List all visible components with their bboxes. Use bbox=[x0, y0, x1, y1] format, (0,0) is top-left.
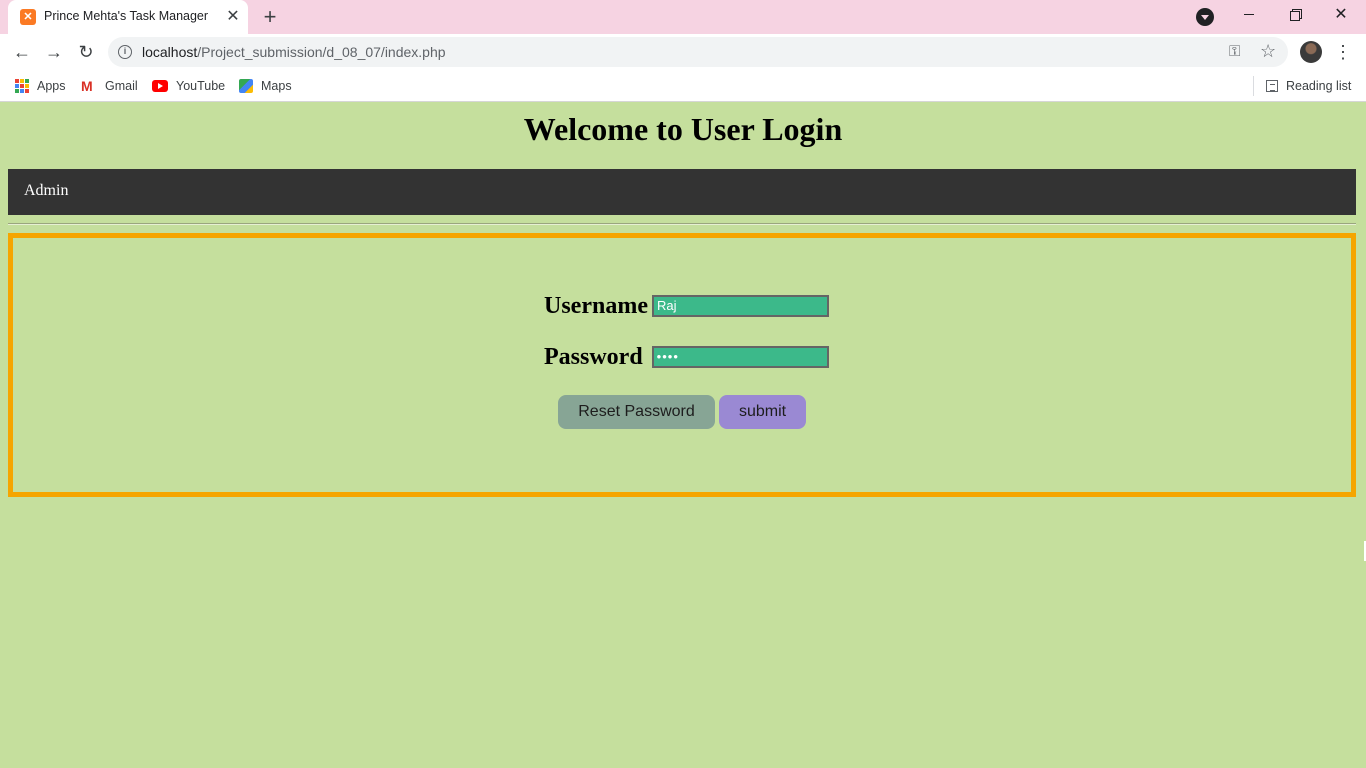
username-input[interactable]: Raj bbox=[651, 295, 829, 317]
reading-list-label: Reading list bbox=[1286, 79, 1352, 93]
bookmark-youtube[interactable]: YouTube bbox=[152, 77, 225, 95]
tab-search-icon[interactable] bbox=[1196, 8, 1214, 26]
top-navbar: Admin bbox=[8, 169, 1356, 215]
username-label: Username bbox=[544, 292, 648, 319]
tab-title: Prince Mehta's Task Manager bbox=[44, 9, 209, 23]
reload-icon[interactable]: ↻ bbox=[72, 38, 100, 66]
password-row: Password •••• bbox=[544, 344, 829, 370]
username-row: Username Raj bbox=[544, 293, 829, 319]
apps-grid-icon bbox=[15, 79, 29, 93]
browser-tab[interactable]: ✕ Prince Mehta's Task Manager ✕ bbox=[8, 0, 248, 34]
bookmark-label: Maps bbox=[261, 79, 292, 93]
password-input[interactable]: •••• bbox=[651, 346, 829, 368]
submit-button[interactable]: submit bbox=[719, 395, 806, 429]
url-host: localhost bbox=[142, 44, 198, 60]
password-label: Password bbox=[544, 343, 643, 370]
bookmark-apps[interactable]: Apps bbox=[15, 77, 66, 95]
maps-icon bbox=[239, 79, 253, 93]
bookmark-star-icon[interactable]: ☆ bbox=[1260, 41, 1276, 62]
bookmarks-divider bbox=[1253, 76, 1254, 96]
xampp-icon: ✕ bbox=[20, 9, 36, 25]
reset-password-button[interactable]: Reset Password bbox=[558, 395, 715, 429]
new-tab-button[interactable]: + bbox=[256, 3, 284, 31]
profile-avatar[interactable] bbox=[1300, 41, 1322, 63]
bookmark-maps[interactable]: Maps bbox=[239, 77, 292, 95]
youtube-icon bbox=[152, 80, 168, 92]
page-title: Welcome to User Login bbox=[523, 111, 843, 147]
browser-menu-icon[interactable]: ⋮ bbox=[1334, 40, 1352, 64]
divider bbox=[8, 223, 1356, 225]
bookmarks-bar: Apps M Gmail YouTube Maps Reading list bbox=[0, 70, 1366, 102]
bookmark-label: Gmail bbox=[105, 79, 138, 93]
bookmark-label: YouTube bbox=[176, 79, 226, 93]
admin-link[interactable]: Admin bbox=[24, 182, 68, 200]
bookmark-label: Apps bbox=[37, 79, 66, 93]
page-content: Welcome to User Login Admin Username Raj… bbox=[0, 103, 1366, 768]
minimize-button[interactable] bbox=[1226, 0, 1272, 30]
url-path: /Project_submission/d_08_07/index.php bbox=[197, 44, 446, 60]
gmail-icon: M bbox=[81, 78, 93, 94]
window-close-button[interactable]: ✕ bbox=[1318, 0, 1364, 30]
tab-strip: ✕ Prince Mehta's Task Manager ✕ + ✕ bbox=[0, 0, 1366, 34]
reading-list-button[interactable]: Reading list bbox=[1266, 77, 1351, 95]
key-icon[interactable]: ⚿ bbox=[1229, 43, 1240, 60]
reading-list-icon bbox=[1266, 80, 1278, 92]
url-text[interactable]: localhost/Project_submission/d_08_07/ind… bbox=[142, 44, 446, 60]
address-bar[interactable]: i localhost/Project_submission/d_08_07/i… bbox=[108, 37, 1288, 67]
bookmark-gmail[interactable]: M Gmail bbox=[81, 77, 138, 95]
forward-arrow-icon[interactable]: → bbox=[40, 38, 68, 66]
back-arrow-icon[interactable]: ← bbox=[8, 38, 36, 66]
info-icon[interactable]: i bbox=[118, 45, 132, 59]
close-tab-icon[interactable]: ✕ bbox=[222, 6, 244, 28]
login-form: Username Raj Password •••• Reset Passwor… bbox=[8, 233, 1356, 497]
restore-button[interactable] bbox=[1272, 0, 1318, 30]
browser-toolbar: ← → ↻ i localhost/Project_submission/d_0… bbox=[0, 34, 1366, 70]
